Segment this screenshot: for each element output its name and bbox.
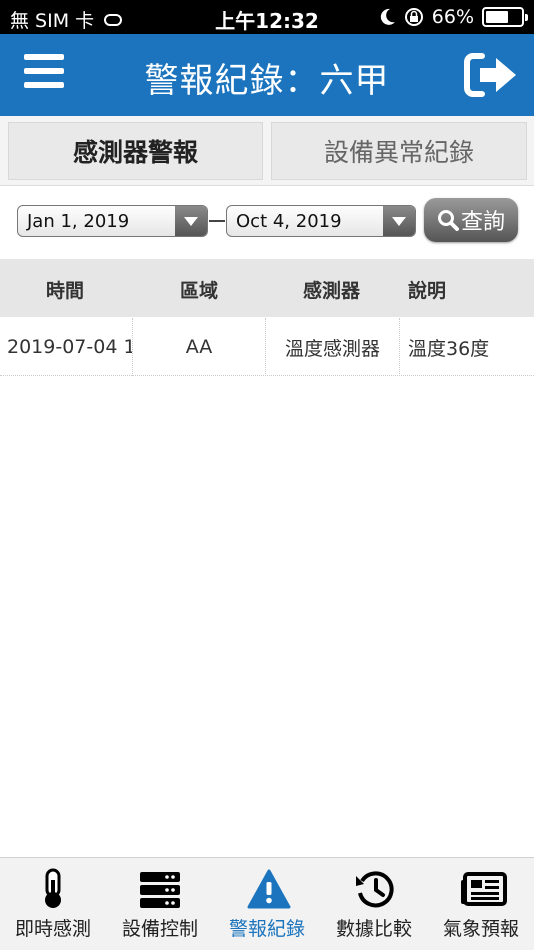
server-icon	[140, 872, 180, 908]
cell-time: 2019-07-04 1	[0, 318, 133, 376]
end-date-select[interactable]: Oct 4, 2019	[226, 205, 416, 237]
app-header: 警報紀錄：六甲	[0, 34, 534, 116]
table-header: 時間 區域 感測器 說明	[0, 259, 534, 317]
status-right: 66%	[380, 6, 528, 28]
cell-area: AA	[133, 318, 266, 376]
moon-icon	[380, 8, 395, 25]
start-date-select[interactable]: Jan 1, 2019	[17, 205, 208, 237]
cell-description: 溫度36度	[408, 337, 490, 360]
nav-label: 警報紀錄	[228, 918, 305, 940]
page-title: 警報紀錄：六甲	[144, 61, 390, 101]
warning-icon	[247, 869, 291, 909]
nav-alarm-records[interactable]: 警報紀錄	[214, 858, 320, 950]
logout-button[interactable]	[464, 52, 520, 98]
end-date-value: Oct 4, 2019	[236, 211, 342, 232]
start-date-value: Jan 1, 2019	[27, 211, 130, 232]
thermometer-icon	[45, 868, 61, 908]
column-header-description: 說明	[408, 280, 447, 302]
nav-weather-forecast[interactable]: 氣象預報	[428, 858, 534, 950]
query-label: 查詢	[460, 210, 505, 235]
nav-label: 即時感測	[14, 918, 91, 940]
history-icon	[356, 871, 394, 908]
rotation-lock-icon	[404, 8, 423, 26]
tab-device-anomaly[interactable]: 設備異常紀錄	[271, 122, 527, 180]
nav-label: 氣象預報	[442, 918, 519, 940]
nav-realtime-sensing[interactable]: 即時感測	[0, 858, 106, 950]
chevron-down-icon	[175, 206, 207, 236]
status-bar: 無 SIM 卡 上午12:32 66%	[0, 0, 534, 34]
bottom-nav: 即時感測 設備控制 警報紀錄 數據比較 氣象預報	[0, 857, 534, 950]
column-header-time: 時間	[46, 280, 85, 302]
search-icon	[437, 210, 459, 231]
query-button[interactable]: 查詢	[424, 198, 518, 242]
table-row[interactable]: 2019-07-04 1 AA 溫度感測器 溫度36度	[0, 318, 534, 376]
battery-icon	[482, 7, 528, 27]
column-header-area: 區域	[180, 280, 219, 302]
logout-icon	[464, 53, 516, 97]
nav-label: 數據比較	[335, 918, 412, 940]
tab-sensor-alarm[interactable]: 感測器警報	[8, 122, 263, 180]
record-tabs: 感測器警報 設備異常紀錄	[0, 116, 534, 186]
nav-device-control[interactable]: 設備控制	[107, 858, 213, 950]
nav-data-comparison[interactable]: 數據比較	[321, 858, 427, 950]
date-filter: Jan 1, 2019 Oct 4, 2019 查詢	[0, 187, 534, 259]
cell-sensor: 溫度感測器	[266, 318, 400, 376]
date-range-dash	[209, 220, 225, 222]
column-header-sensor: 感測器	[303, 280, 361, 302]
app-screen: 無 SIM 卡 上午12:32 66% 警報紀錄：六甲 感測器警報 設備異常紀錄…	[0, 0, 534, 950]
newspaper-icon	[461, 872, 507, 906]
chevron-down-icon	[383, 206, 415, 236]
battery-fill	[486, 11, 509, 23]
nav-label: 設備控制	[121, 918, 198, 940]
battery-percent: 66%	[431, 6, 474, 28]
